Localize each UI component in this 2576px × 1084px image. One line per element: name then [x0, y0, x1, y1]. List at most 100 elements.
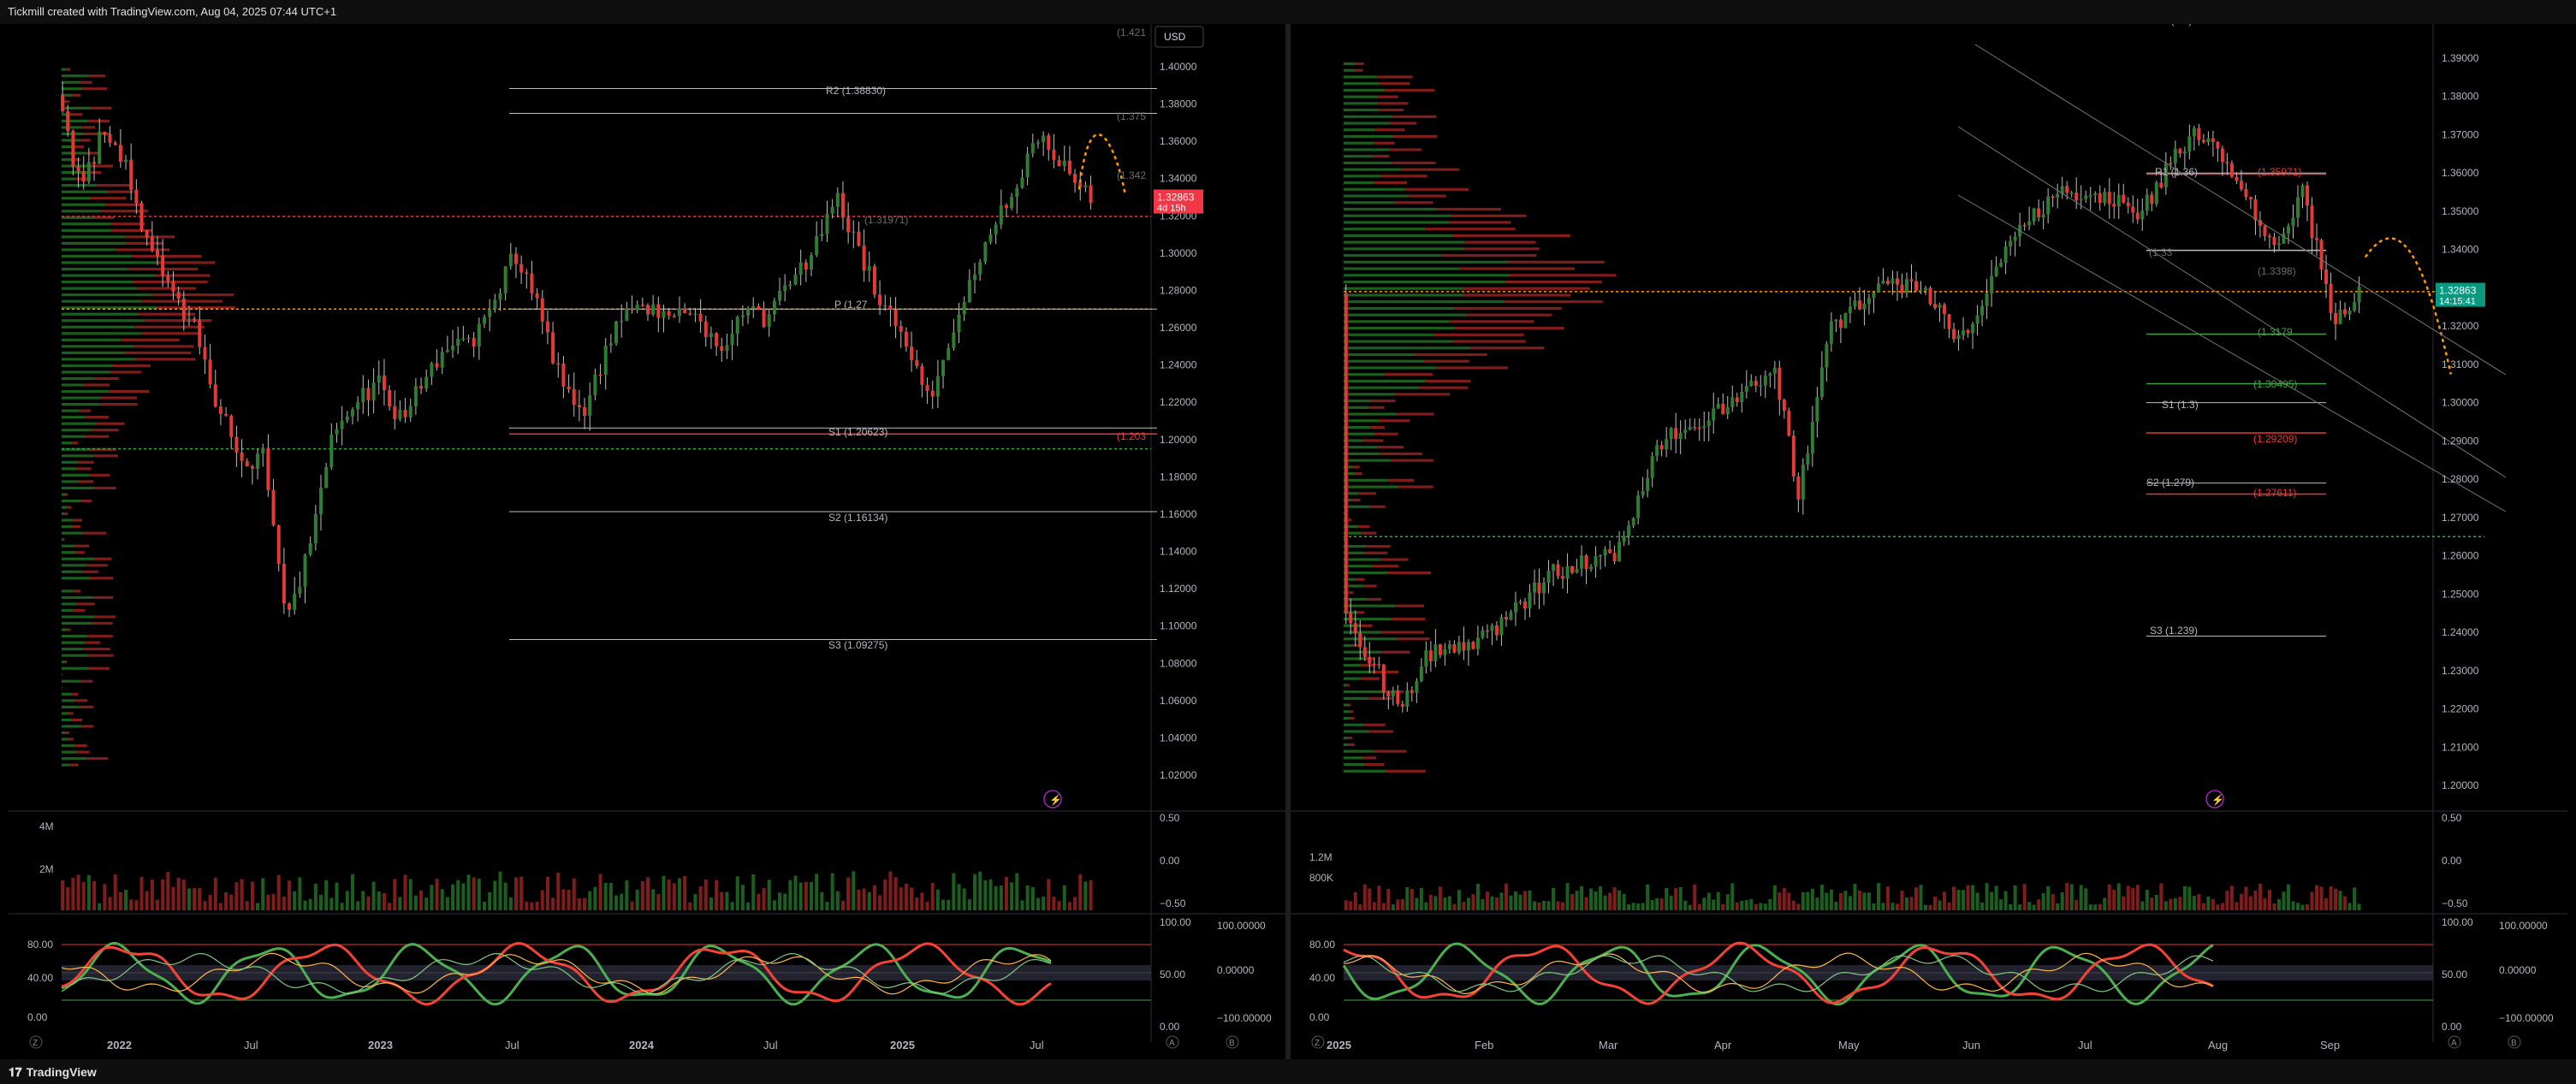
candle-down: [166, 275, 170, 281]
candle-down: [762, 309, 766, 328]
currency-label: USD: [1164, 31, 1186, 43]
candle-down: [1471, 642, 1475, 649]
candle-up: [1636, 495, 1641, 518]
candle-up: [1825, 343, 1829, 368]
candle-up: [2357, 286, 2361, 303]
candle-up: [1848, 306, 1852, 313]
candle-up: [2027, 221, 2032, 226]
candle-up: [825, 213, 829, 234]
candle-up: [1665, 439, 1669, 450]
volume-bar: [1947, 902, 1951, 910]
volume-scale-label: 0.00: [1160, 855, 1180, 867]
candle-up: [2093, 193, 2098, 196]
volume-profile-up-bar: [1344, 452, 1380, 456]
volume-profile-up-bar: [62, 235, 126, 239]
volume-bar: [662, 875, 666, 910]
volume-bar: [181, 880, 186, 910]
volume-bar: [2315, 885, 2319, 910]
volume-bar: [118, 891, 122, 910]
volume-bar: [2220, 903, 2224, 910]
candle-down: [1966, 330, 1970, 334]
candle-down: [2324, 269, 2329, 285]
candle-down: [2216, 142, 2220, 149]
pivot-label: (1.35971): [2258, 166, 2301, 178]
volume-profile-up-bar: [62, 429, 92, 432]
tradingview-logo[interactable]: 𝟏𝟕 TradingView: [9, 1065, 97, 1080]
volume-profile-down-bar: [78, 480, 94, 483]
volume-profile-up-bar: [1344, 88, 1386, 92]
volume-bar: [318, 894, 323, 910]
candle-down: [2235, 176, 2239, 181]
volume-bar: [388, 903, 392, 910]
volume-bar: [1599, 886, 1603, 910]
candle-up: [1956, 335, 1961, 340]
candle-up: [445, 350, 449, 352]
volume-profile-down-bar: [110, 370, 141, 374]
volume-profile-up-bar: [62, 467, 77, 471]
candle-up: [1030, 143, 1035, 154]
volume-bar: [1419, 887, 1423, 910]
volume-profile-up-bar: [62, 473, 90, 477]
volume-bar: [635, 889, 639, 910]
lightning-glyph: ⚡: [2211, 794, 2224, 806]
candle-down: [108, 133, 112, 143]
volume-bar: [545, 876, 549, 910]
price-tick-label: 1.37000: [2442, 128, 2479, 140]
candle-down: [1928, 287, 1932, 305]
volume-profile-up-bar: [62, 743, 75, 748]
volume-profile-up-bar: [1344, 393, 1396, 396]
volume-bar: [920, 892, 924, 910]
volume-profile-down-bar: [75, 551, 85, 554]
volume-profile-up-bar: [1344, 128, 1376, 132]
volume-bar: [1490, 896, 1494, 910]
volume-bar: [1603, 895, 1607, 910]
volume-bar: [2145, 889, 2149, 910]
candle-up: [593, 374, 597, 396]
volume-bar: [978, 871, 982, 910]
header-bar: Tickmill created with TradingView.com, A…: [0, 0, 2576, 24]
volume-profile-up-bar: [1344, 326, 1456, 330]
right-chart-svg[interactable]: 1.39000 1.38000 1.37000 1.36000 1.35000 1.340…: [1291, 15, 2567, 1059]
volume-profile-down-bar: [1355, 68, 1363, 72]
volume-profile-up-bar: [1344, 478, 1388, 482]
volume-bar: [1900, 890, 1904, 910]
volume-bar: [1036, 897, 1040, 910]
volume-bar: [2027, 902, 2032, 910]
volume-profile-down-bar: [1377, 102, 1409, 105]
volume-bar: [983, 880, 988, 910]
right-chart-panel[interactable]: 1.39000 1.38000 1.37000 1.36000 1.35000 1.340…: [1291, 15, 2567, 1059]
volume-profile-down-bar: [1368, 406, 1385, 409]
volume-bar: [1834, 901, 1838, 910]
candle-down: [176, 291, 181, 299]
volume-profile-up-bar: [62, 718, 72, 722]
candle-down: [551, 332, 555, 364]
left-chart-svg[interactable]: 1.400001.380001.360001.340001.320001.300…: [9, 24, 1285, 1059]
volume-profile-down-bar: [68, 712, 74, 715]
volume-bar: [1787, 892, 1791, 910]
candle-down: [1933, 304, 1938, 308]
candle-up: [1706, 420, 1711, 426]
volume-bar: [2150, 897, 2154, 910]
left-chart-panel[interactable]: 1.40000 1.38000 1.36000 1.34000 1.32000 1.300…: [9, 24, 1285, 1059]
oscillator-scale-label: 100.00: [1160, 916, 1191, 928]
volume-bar: [1471, 894, 1475, 910]
volume-profile-up-bar: [1344, 723, 1365, 726]
volume-bar: [503, 882, 507, 910]
volume-bar: [208, 894, 212, 910]
volume-profile-down-bar: [73, 518, 82, 522]
volume-profile-up-bar: [1344, 155, 1374, 158]
volume-profile-down-bar: [75, 177, 88, 181]
volume-bar: [1952, 886, 1956, 910]
volume-bar: [1015, 873, 1019, 910]
candle-down: [1796, 476, 1801, 500]
candle-down: [161, 255, 165, 276]
candle-down: [878, 294, 882, 305]
candle-up: [709, 333, 713, 338]
candle-down: [1612, 553, 1617, 562]
price-tick-label: 1.30000: [2442, 397, 2479, 409]
volume-profile-up-bar: [1344, 141, 1374, 145]
candle-down: [1659, 445, 1664, 450]
volume-profile-up-bar: [62, 756, 86, 761]
candle-down: [1438, 644, 1442, 655]
time-axis-label: Mar: [1599, 1039, 1618, 1051]
